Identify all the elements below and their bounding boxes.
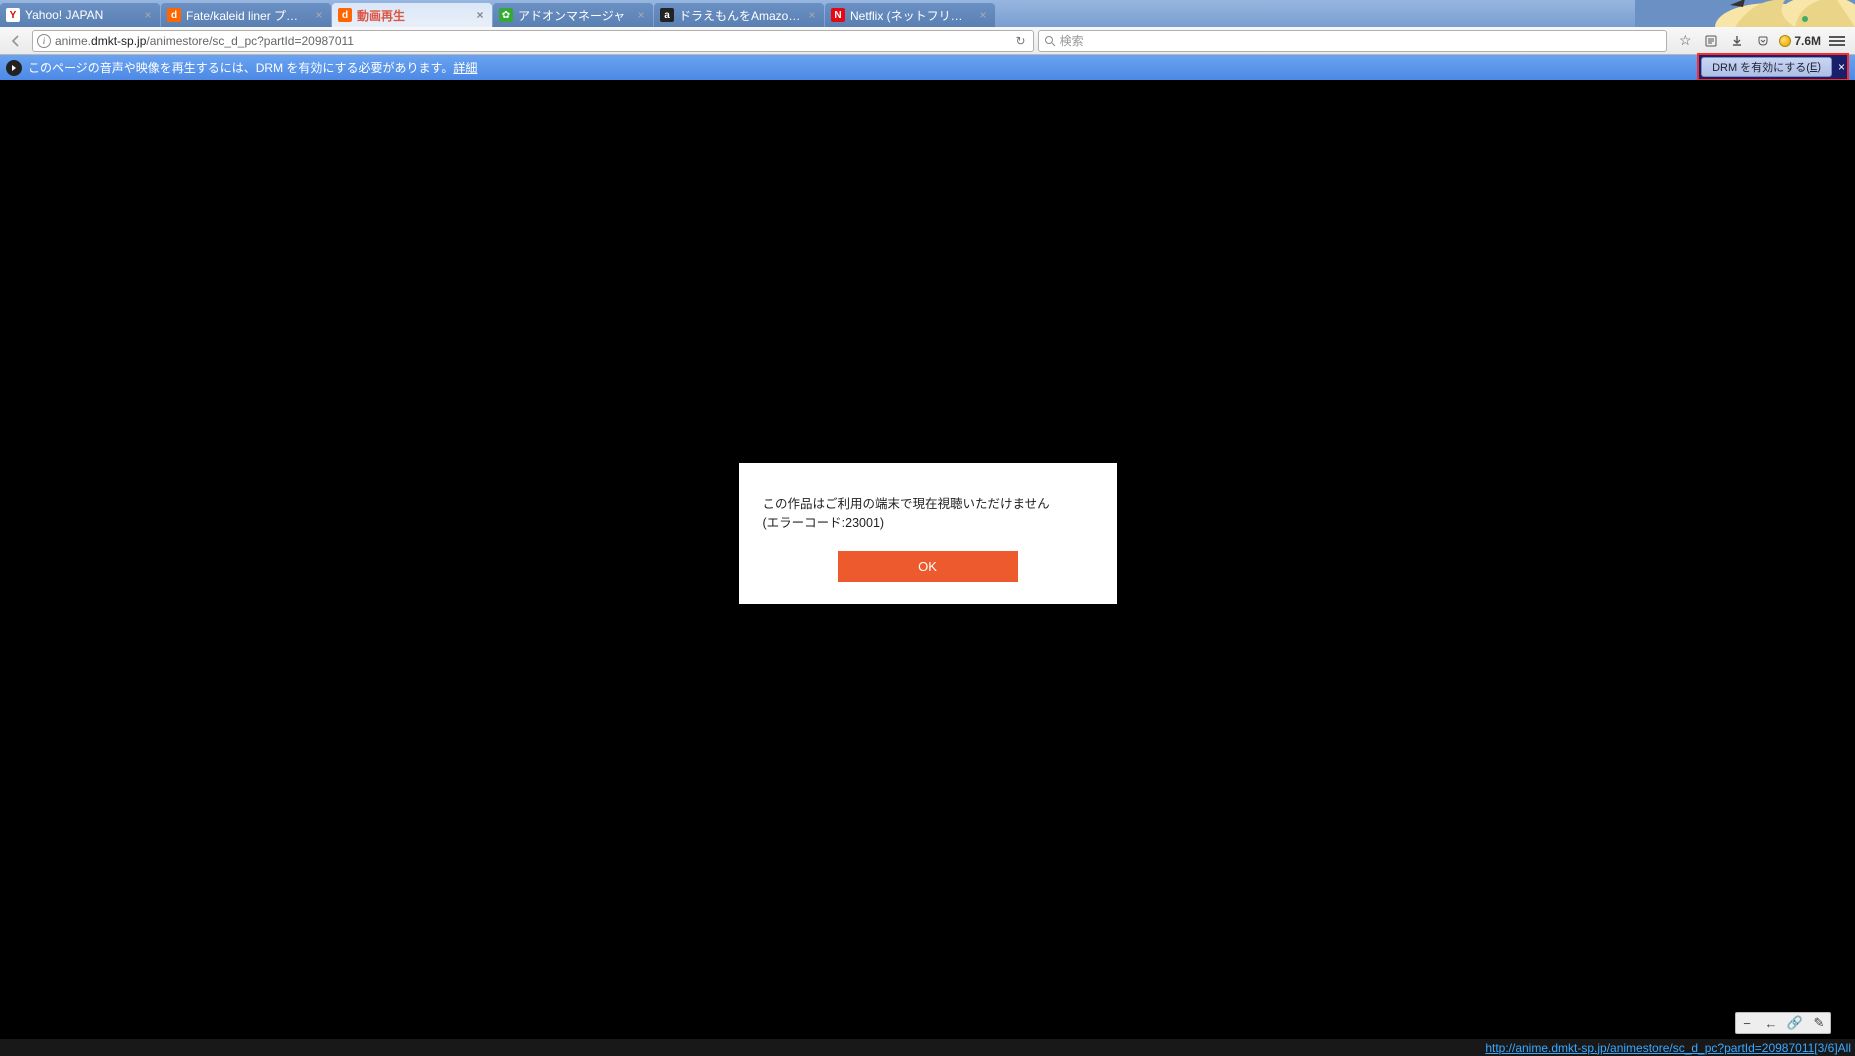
search-icon: [1043, 34, 1057, 48]
mini-minus-icon[interactable]: −: [1740, 1016, 1754, 1031]
status-url[interactable]: http://anime.dmkt-sp.jp/animestore/sc_d_…: [1485, 1041, 1814, 1055]
status-bar: http://anime.dmkt-sp.jp/animestore/sc_d_…: [0, 1039, 1855, 1056]
status-mode: All: [1838, 1041, 1851, 1055]
search-placeholder: 検索: [1060, 32, 1084, 49]
hamburger-icon: [1829, 36, 1845, 46]
bookmark-star-icon[interactable]: ☆: [1675, 31, 1695, 51]
favicon-netflix: N: [831, 8, 845, 22]
tab-video-playback[interactable]: d 動画再生 ×: [332, 3, 492, 27]
memory-value: 7.6M: [1794, 34, 1821, 48]
reload-icon[interactable]: ↻: [1013, 34, 1029, 48]
tab-title: Fate/kaleid liner プリ…: [186, 7, 309, 24]
mini-left-icon[interactable]: ←: [1764, 1016, 1778, 1031]
favicon-danime: d: [338, 8, 352, 22]
mini-edit-icon[interactable]: ✎: [1812, 1015, 1826, 1031]
tab-close-icon[interactable]: ×: [313, 9, 325, 21]
ok-button[interactable]: OK: [838, 551, 1018, 582]
tab-close-icon[interactable]: ×: [977, 9, 989, 21]
reader-icon[interactable]: [1701, 31, 1721, 51]
tab-title: Yahoo! JAPAN: [25, 8, 138, 22]
drm-notification-bar: このページの音声や映像を再生するには、DRM を有効にする必要があります。 詳細…: [0, 55, 1855, 80]
url-text: anime.dmkt-sp.jp/animestore/sc_d_pc?part…: [55, 34, 354, 48]
address-bar[interactable]: i anime.dmkt-sp.jp/animestore/sc_d_pc?pa…: [32, 30, 1034, 52]
tab-netflix[interactable]: N Netflix (ネットフリックス)… ×: [825, 3, 995, 27]
navigation-bar: i anime.dmkt-sp.jp/animestore/sc_d_pc?pa…: [0, 27, 1855, 55]
menu-button[interactable]: [1827, 31, 1847, 51]
drm-info-icon: [6, 60, 22, 76]
tab-strip: Y Yahoo! JAPAN × d Fate/kaleid liner プリ……: [0, 0, 1855, 27]
notification-close-icon[interactable]: ×: [1838, 60, 1845, 74]
site-info-icon[interactable]: i: [37, 34, 51, 48]
back-button[interactable]: [4, 29, 28, 53]
tab-title: ドラえもんをAmazonビ…: [679, 7, 802, 24]
video-player-area: この作品はご利用の端末で現在視聴いただけません (エラーコード:23001) O…: [0, 80, 1855, 1039]
vimperator-mini-toolbar: − ← 🔗 ✎: [1735, 1012, 1831, 1034]
favicon-addons: ✿: [499, 8, 513, 22]
notification-text: このページの音声や映像を再生するには、DRM を有効にする必要があります。: [28, 59, 453, 76]
search-bar[interactable]: 検索: [1038, 30, 1668, 52]
mini-link-icon[interactable]: 🔗: [1788, 1015, 1802, 1031]
favicon-yahoo: Y: [6, 8, 20, 22]
downloads-icon[interactable]: [1727, 31, 1747, 51]
drm-enable-highlight: DRM を有効にする(E) ×: [1697, 53, 1849, 81]
drm-enable-button[interactable]: DRM を有効にする(E): [1701, 57, 1832, 77]
error-message: この作品はご利用の端末で現在視聴いただけません (エラーコード:23001): [763, 495, 1093, 533]
tab-fate[interactable]: d Fate/kaleid liner プリ… ×: [161, 3, 331, 27]
tab-close-icon[interactable]: ×: [142, 9, 154, 21]
browser-persona-art: [1635, 0, 1855, 27]
tab-title: アドオンマネージャ: [518, 7, 631, 24]
tab-doraemon[interactable]: a ドラえもんをAmazonビ… ×: [654, 3, 824, 27]
tab-yahoo[interactable]: Y Yahoo! JAPAN ×: [0, 3, 160, 27]
error-line1: この作品はご利用の端末で現在視聴いただけません: [763, 495, 1093, 514]
tab-close-icon[interactable]: ×: [806, 9, 818, 21]
favicon-amazon: a: [660, 8, 674, 22]
pocket-icon[interactable]: [1753, 31, 1773, 51]
error-line2: (エラーコード:23001): [763, 514, 1093, 533]
tab-title: 動画再生: [357, 7, 470, 24]
tab-close-icon[interactable]: ×: [474, 9, 486, 21]
favicon-danime: d: [167, 8, 181, 22]
tab-close-icon[interactable]: ×: [635, 9, 647, 21]
memory-dot-icon: [1779, 35, 1791, 47]
memory-badge[interactable]: 7.6M: [1779, 34, 1821, 48]
error-dialog: この作品はご利用の端末で現在視聴いただけません (エラーコード:23001) O…: [739, 463, 1117, 604]
toolbar-icons: ☆ 7.6M: [1671, 31, 1851, 51]
status-tab-index: [3/6]: [1814, 1041, 1837, 1055]
notification-detail-link[interactable]: 詳細: [453, 59, 477, 76]
tab-title: Netflix (ネットフリックス)…: [850, 7, 973, 24]
tab-addon-manager[interactable]: ✿ アドオンマネージャ ×: [493, 3, 653, 27]
